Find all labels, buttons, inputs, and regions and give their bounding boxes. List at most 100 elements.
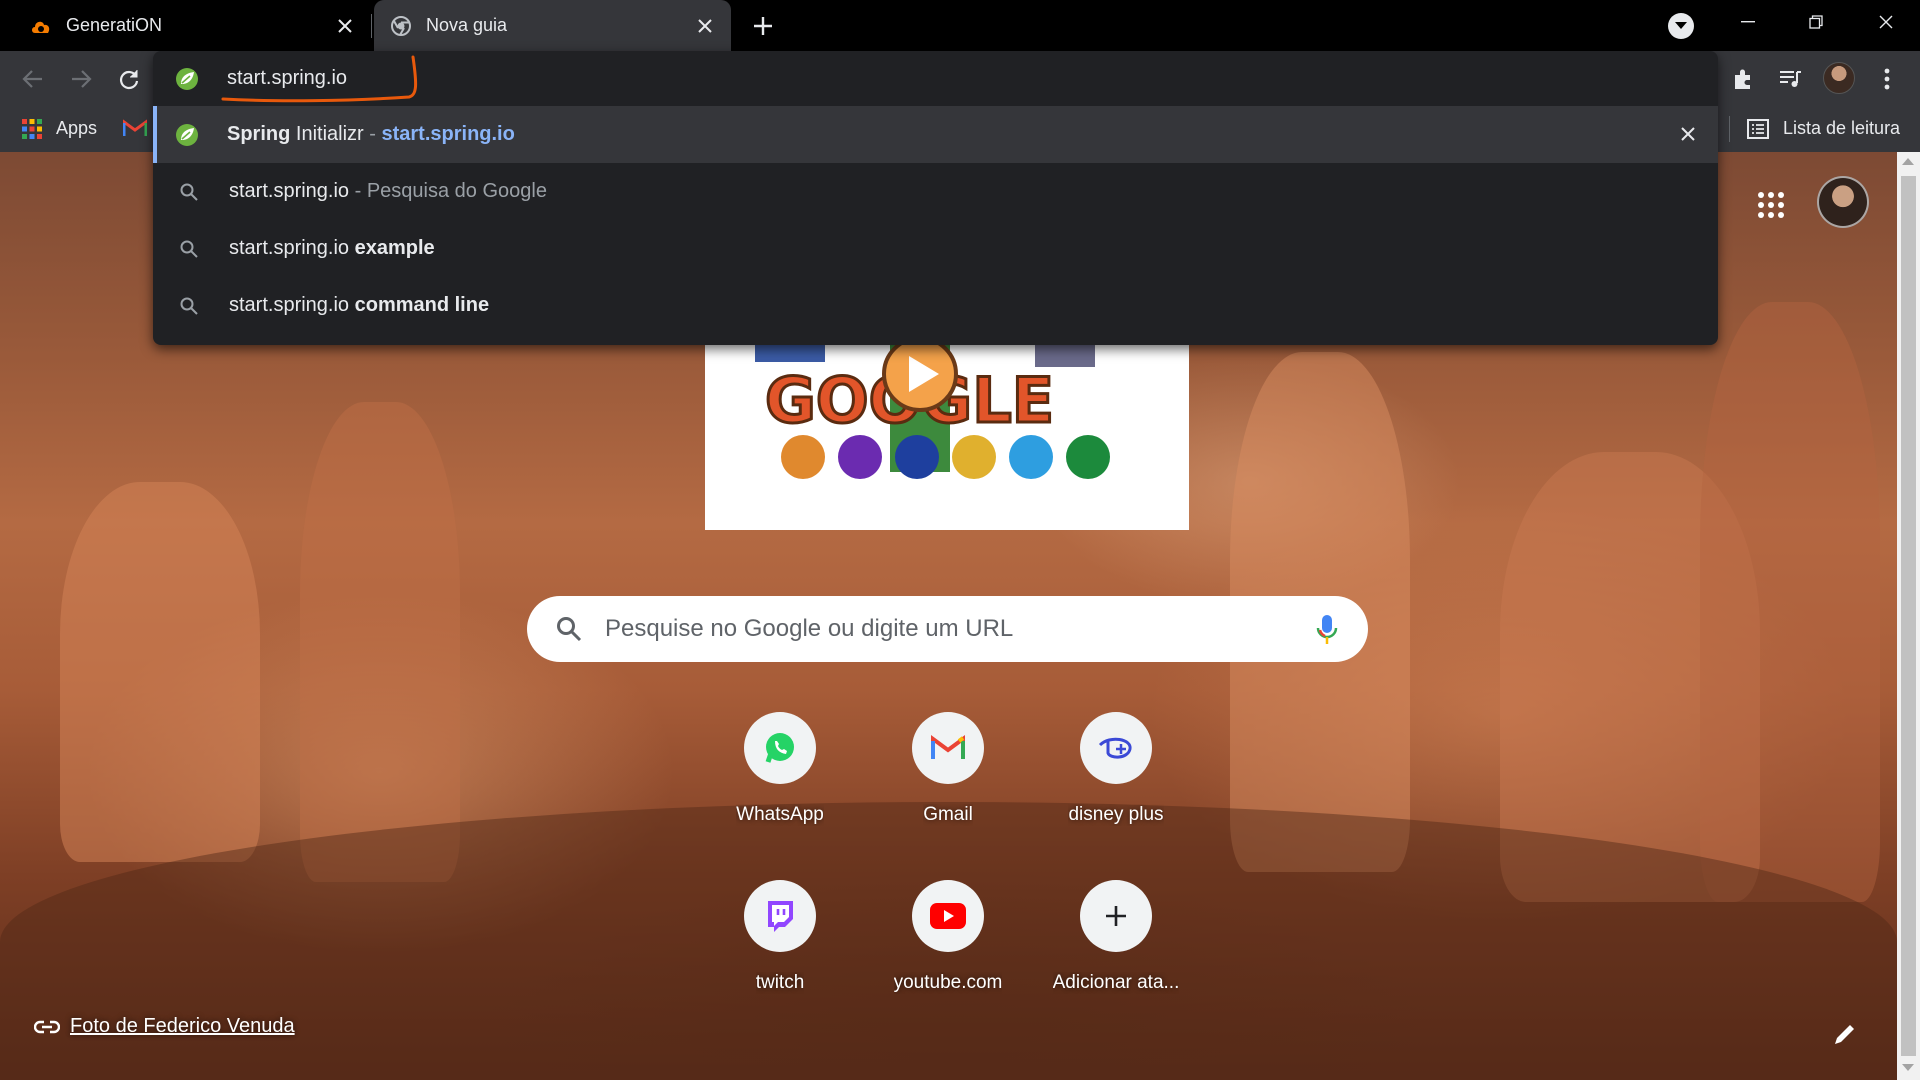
search-icon (179, 296, 199, 316)
spring-favicon-icon (175, 123, 199, 147)
ntp-search-input[interactable] (605, 615, 1295, 643)
menu-button[interactable] (1870, 62, 1904, 96)
shortcut-gmail[interactable]: Gmail (864, 696, 1032, 864)
scroll-thumb[interactable] (1901, 176, 1916, 1056)
shortcut-whatsapp[interactable]: WhatsApp (696, 696, 864, 864)
pencil-icon[interactable] (1832, 1021, 1858, 1047)
bookmarks-divider (1729, 116, 1730, 142)
whatsapp-icon (765, 733, 794, 763)
shortcut-label: twitch (755, 972, 805, 993)
omnibox-suggestion-example[interactable]: start.spring.io example (153, 220, 1718, 277)
twitch-icon (768, 901, 793, 932)
shortcut-icon-tile (744, 880, 816, 952)
omnibox-suggestion-command-line[interactable]: start.spring.io command line (153, 277, 1718, 334)
tab-nova-guia[interactable]: Nova guia (374, 0, 731, 51)
shortcut-icon-tile (1080, 712, 1152, 784)
puzzle-icon (1735, 69, 1750, 89)
chevron-down-icon (1675, 22, 1687, 29)
shortcut-twitch[interactable]: twitch (696, 864, 864, 1032)
google-apps-icon[interactable] (1755, 189, 1787, 221)
reading-list-label: Lista de leitura (1783, 118, 1901, 138)
close-tab-icon[interactable] (333, 14, 357, 38)
cloud-logo-icon (30, 15, 52, 37)
new-tab-button[interactable] (748, 11, 778, 41)
shortcut-icon-tile (744, 712, 816, 784)
suggestion-text: start.spring.io example (229, 237, 435, 259)
google-account-avatar[interactable] (1817, 176, 1869, 228)
more-vert-icon (1884, 68, 1890, 90)
bookmark-apps[interactable]: Apps (22, 118, 97, 139)
omnibox-suggestion-spring[interactable]: Spring Initializr - start.spring.io (153, 106, 1718, 163)
profile-avatar[interactable] (1823, 62, 1855, 94)
hand-drawn-annotation (221, 55, 418, 103)
scroll-down-arrow-icon[interactable] (1902, 1064, 1914, 1071)
ntp-search-box[interactable] (527, 596, 1368, 662)
tab-divider (371, 14, 372, 38)
chrome-icon (390, 15, 412, 37)
doodle-coin (1009, 435, 1053, 479)
search-icon (557, 617, 582, 642)
omnibox-suggestion-search[interactable]: start.spring.io - Pesquisa do Google (153, 163, 1718, 220)
tab-generation[interactable]: GeneratiON (0, 0, 371, 51)
shortcut-icon-tile (912, 712, 984, 784)
omnibox-popup: start.spring.io Spring Initializr - star… (153, 51, 1718, 345)
bookmark-gmail[interactable] (122, 119, 148, 142)
tab-title: Nova guia (426, 15, 508, 35)
link-icon (34, 1020, 60, 1033)
apps-grid-icon (22, 118, 42, 139)
tab-search-button[interactable] (1668, 13, 1694, 39)
gmail-icon (122, 119, 148, 136)
shortcut-disney-plus[interactable]: disney plus (1032, 696, 1200, 864)
shortcut-label: Gmail (923, 804, 973, 825)
spring-favicon-icon (175, 67, 199, 91)
search-icon (179, 182, 199, 202)
shortcut-label: disney plus (1068, 804, 1164, 825)
playlist-icon (1780, 71, 1801, 87)
minimize-button[interactable] (1720, 0, 1776, 44)
doodle-coin (838, 435, 882, 479)
bookmark-apps-label: Apps (56, 118, 98, 138)
youtube-icon (930, 903, 966, 929)
suggestion-text: start.spring.io command line (229, 294, 490, 316)
suggestion-text: start.spring.io - Pesquisa do Google (229, 180, 547, 202)
background-rock (300, 402, 460, 882)
background-rock (1700, 302, 1880, 902)
reload-icon (119, 70, 139, 90)
shortcut-label: youtube.com (893, 972, 1003, 993)
shortcut-icon-tile (912, 880, 984, 952)
doodle-coin (781, 435, 825, 479)
forward-arrow-icon (72, 70, 92, 88)
remove-suggestion-button[interactable] (1676, 122, 1700, 146)
doodle-coin (1066, 435, 1110, 479)
suggestion-text: Spring Initializr - start.spring.io (227, 123, 515, 145)
shortcut-label: Adicionar ata... (1052, 972, 1180, 993)
restore-button[interactable] (1788, 0, 1844, 44)
page-scrollbar[interactable] (1897, 152, 1920, 1080)
doodle-coin (895, 435, 939, 479)
media-controls-button[interactable] (1773, 62, 1807, 96)
add-icon (1106, 906, 1126, 926)
google-doodle[interactable]: GOOGLE (705, 322, 1189, 530)
close-icon (1681, 127, 1695, 141)
extensions-button[interactable] (1726, 62, 1760, 96)
photo-credit-link[interactable]: Foto de Federico Venuda (70, 1015, 295, 1038)
shortcut-icon-tile (1080, 880, 1152, 952)
shortcut-add[interactable]: Adicionar ata... (1032, 864, 1200, 1032)
disney-plus-icon (1098, 737, 1132, 759)
tab-strip: GeneratiON Nova guia (0, 0, 1920, 51)
search-icon (179, 239, 199, 259)
microphone-icon[interactable] (1316, 614, 1338, 646)
back-button[interactable] (16, 62, 50, 96)
shortcut-youtube[interactable]: youtube.com (864, 864, 1032, 1032)
close-window-button[interactable] (1858, 0, 1914, 44)
doodle-coin (952, 435, 996, 479)
close-tab-icon[interactable] (693, 14, 717, 38)
forward-button[interactable] (64, 62, 98, 96)
background-rock (60, 482, 260, 862)
scroll-up-arrow-icon[interactable] (1902, 158, 1914, 165)
back-arrow-icon (22, 70, 42, 88)
reload-button[interactable] (112, 62, 146, 96)
photo-credit[interactable]: Foto de Federico Venuda (34, 1015, 295, 1038)
reading-list-button[interactable]: Lista de leitura (1747, 118, 1900, 139)
tab-title: GeneratiON (66, 15, 163, 35)
